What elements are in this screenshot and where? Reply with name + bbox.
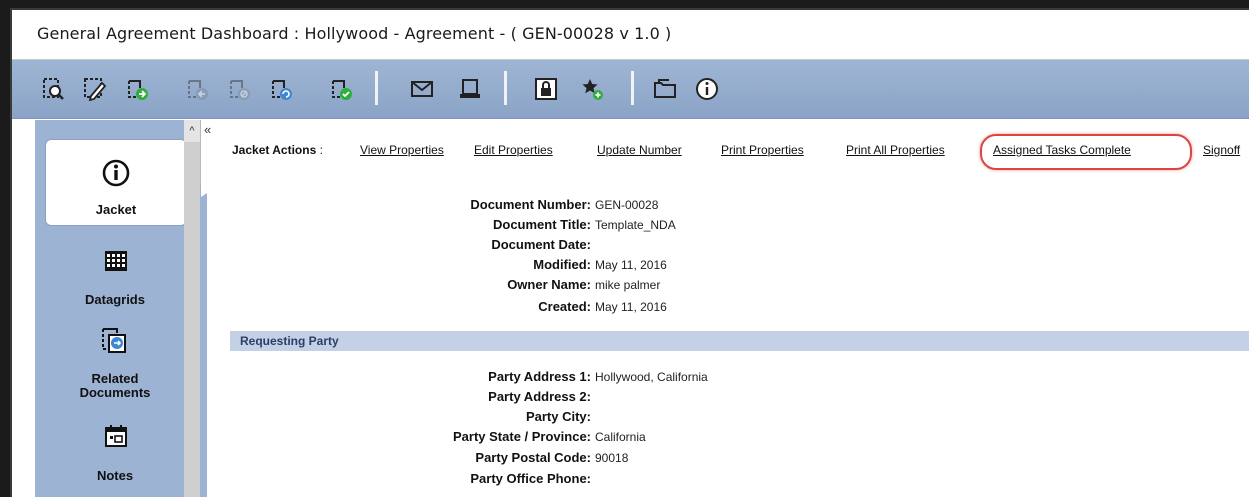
favorite-icon[interactable] — [577, 74, 607, 104]
field-row: Modified: — [222, 257, 591, 273]
print-icon[interactable] — [455, 74, 485, 104]
approve-icon[interactable] — [326, 74, 356, 104]
field-row: Party Office Phone: — [222, 471, 591, 487]
field-row: Document Number: — [222, 197, 591, 213]
view-icon[interactable] — [38, 74, 68, 104]
field-label: Party Office Phone: — [470, 471, 591, 486]
sidebar-item-label: Related Documents — [79, 371, 151, 400]
toolbar-separator — [504, 71, 507, 105]
section-title: Requesting Party — [240, 334, 339, 348]
field-row: Party Address 1: — [222, 369, 591, 385]
field-value: May 11, 2016 — [595, 300, 667, 314]
field-row: Owner Name: — [222, 277, 591, 293]
highlight-callout — [980, 134, 1192, 170]
check-out-icon[interactable] — [122, 74, 152, 104]
field-label: Created: — [538, 299, 591, 314]
title-bar: General Agreement Dashboard : Hollywood … — [12, 10, 1249, 60]
dashboard-window: General Agreement Dashboard : Hollywood … — [10, 8, 1249, 497]
calendar-notes-icon[interactable] — [101, 421, 131, 451]
print-properties-link[interactable]: Print Properties — [721, 143, 804, 157]
field-row: Created: — [222, 299, 591, 315]
related-docs-icon[interactable] — [99, 325, 129, 355]
toolbar-separator — [375, 71, 378, 105]
toolbar-separator — [631, 71, 634, 105]
field-label: Party State / Province: — [453, 429, 591, 444]
print-all-properties-link[interactable]: Print All Properties — [846, 143, 945, 157]
window-title: General Agreement Dashboard : Hollywood … — [37, 24, 672, 43]
sidebar-item-notes[interactable]: Notes — [35, 468, 195, 483]
signoff-link[interactable]: Signoff — [1203, 143, 1240, 157]
sidebar-item-jacket[interactable]: Jacket — [45, 139, 187, 226]
update-number-link[interactable]: Update Number — [597, 143, 682, 157]
field-value: 90018 — [595, 451, 629, 465]
field-label: Modified: — [533, 257, 591, 272]
field-row: Document Title: — [222, 217, 591, 233]
email-icon[interactable] — [407, 74, 437, 104]
field-label: Party Postal Code: — [475, 450, 591, 465]
field-row: Party Postal Code: — [222, 450, 591, 466]
field-row: Party Address 2: — [222, 389, 591, 405]
sidebar-scrollbar[interactable] — [184, 120, 200, 497]
check-in-icon[interactable] — [182, 74, 212, 104]
edit-properties-link[interactable]: Edit Properties — [474, 143, 553, 157]
field-value: California — [595, 430, 646, 444]
requesting-party-section-header: Requesting Party — [230, 331, 1249, 351]
field-value: Template_NDA — [595, 218, 676, 232]
sidebar-item-related-documents[interactable]: Related Documents — [35, 372, 195, 400]
field-value: May 11, 2016 — [595, 258, 667, 272]
info-circle-icon — [101, 158, 131, 188]
collapse-sidebar-button[interactable]: « — [200, 120, 219, 197]
field-label: Document Title: — [493, 217, 591, 232]
field-label: Party City: — [525, 409, 591, 424]
field-row: Document Date: — [222, 237, 591, 253]
field-label: Owner Name: — [507, 277, 591, 292]
lock-icon[interactable] — [531, 74, 561, 104]
update-version-icon[interactable] — [266, 74, 296, 104]
edit-icon[interactable] — [80, 74, 110, 104]
info-icon[interactable] — [692, 74, 722, 104]
double-chevron-left-icon: « — [204, 122, 212, 137]
toolbar — [12, 60, 1249, 119]
sidebar-item-datagrids[interactable]: Datagrids — [35, 292, 195, 307]
sidebar-item-label: Jacket — [95, 202, 137, 217]
field-value: GEN-00028 — [595, 198, 659, 212]
field-value: Hollywood, California — [595, 370, 708, 384]
field-row: Party State / Province: — [222, 429, 591, 445]
sidebar: Jacket Datagrids Related Documents Notes — [35, 120, 207, 497]
scroll-up-icon[interactable]: ^ — [184, 120, 200, 142]
cancel-checkout-icon[interactable] — [224, 74, 254, 104]
jacket-actions-label: Jacket Actions : — [232, 143, 323, 157]
field-row: Party City: — [222, 409, 591, 425]
view-properties-link[interactable]: View Properties — [360, 143, 444, 157]
folder-icon[interactable] — [650, 74, 680, 104]
field-label: Party Address 1: — [488, 369, 591, 384]
field-label: Document Number: — [470, 197, 591, 212]
field-label: Party Address 2: — [488, 389, 591, 404]
field-label: Document Date: — [491, 237, 591, 252]
grid-icon[interactable] — [101, 246, 131, 276]
field-value: mike palmer — [595, 278, 661, 292]
